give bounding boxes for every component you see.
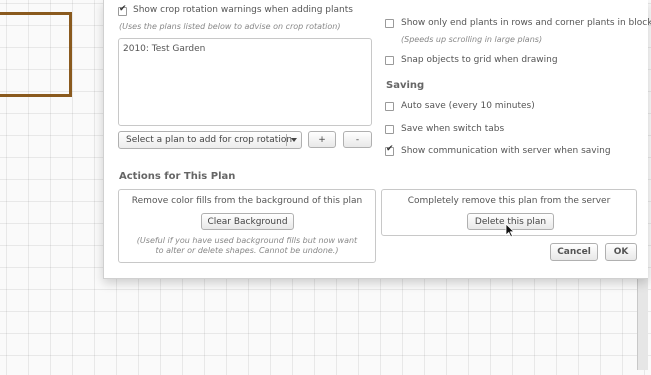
dropdown-arrow-icon [291, 138, 297, 142]
cancel-button[interactable]: Cancel [550, 243, 598, 261]
actions-section-title: Actions for This Plan [119, 171, 236, 182]
end-plants-label: Show only end plants in rows and corner … [401, 18, 651, 28]
save-switch-tabs-checkbox[interactable] [385, 125, 394, 134]
clear-background-button[interactable]: Clear Background [201, 213, 294, 230]
crop-rotation-plan-select[interactable]: Select a plan to add for crop rotation [118, 131, 302, 149]
remove-plan-button[interactable]: - [343, 131, 372, 148]
clear-background-description: Remove color fills from the background o… [131, 196, 363, 206]
show-communication-label: Show communication with server when savi… [401, 146, 611, 156]
end-plants-checkbox[interactable] [385, 19, 394, 28]
end-plants-hint: (Speeds up scrolling in large plans) [401, 35, 543, 44]
ok-button[interactable]: OK [605, 243, 637, 261]
crop-rotation-checkbox[interactable]: ✔ [118, 4, 127, 16]
crop-rotation-hint: (Uses the plans listed below to advise o… [119, 22, 341, 31]
snap-grid-label: Snap objects to grid when drawing [401, 55, 558, 65]
plan-list-item[interactable]: 2010: Test Garden [123, 44, 205, 54]
checkmark-icon: ✔ [119, 4, 127, 14]
select-divider [286, 134, 287, 146]
save-switch-tabs-label: Save when switch tabs [401, 124, 505, 134]
add-plan-button[interactable]: + [308, 131, 336, 148]
snap-grid-checkbox[interactable] [385, 56, 394, 65]
checkmark-icon: ✔ [386, 144, 394, 154]
plan-options-dialog: ✔ Show crop rotation warnings when addin… [103, 0, 651, 279]
canvas-scrollbar[interactable] [637, 278, 648, 370]
auto-save-label: Auto save (every 10 minutes) [401, 101, 535, 111]
select-value: Select a plan to add for crop rotation [126, 135, 293, 145]
clear-background-note-line2: to alter or delete shapes. Cannot be und… [155, 246, 339, 255]
clear-background-panel: Remove color fills from the background o… [118, 189, 376, 263]
garden-bed-shape[interactable] [0, 12, 72, 97]
show-communication-checkbox[interactable]: ✔ [385, 144, 394, 156]
clear-background-note-line1: (Useful if you have used background fill… [136, 236, 358, 245]
mouse-cursor-icon [505, 223, 515, 238]
saving-section-title: Saving [386, 80, 425, 91]
crop-rotation-label: Show crop rotation warnings when adding … [133, 5, 353, 15]
auto-save-checkbox[interactable] [385, 102, 394, 111]
delete-plan-description: Completely remove this plan from the ser… [407, 196, 611, 206]
crop-rotation-plan-list[interactable]: 2010: Test Garden [118, 38, 372, 126]
